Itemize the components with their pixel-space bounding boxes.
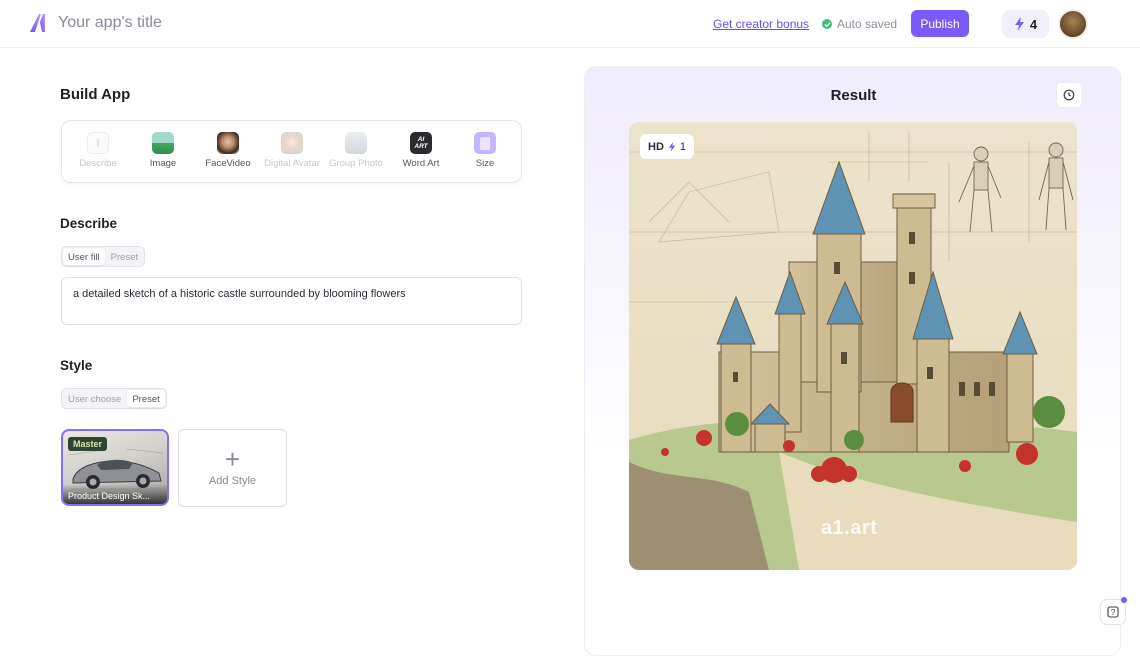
tool-size[interactable]: Size [453, 132, 517, 169]
lightning-icon [668, 141, 676, 152]
text-cursor-icon: I [87, 132, 109, 154]
preset-option[interactable]: Preset [106, 248, 143, 265]
size-icon [474, 132, 496, 154]
notification-dot [1121, 597, 1127, 603]
user-choose-option[interactable]: User choose [63, 390, 126, 407]
history-button[interactable] [1056, 82, 1082, 108]
plus-icon: + [224, 444, 241, 474]
lightning-icon [1014, 17, 1024, 31]
app-logo-icon[interactable] [27, 12, 49, 34]
question-icon: ? [1107, 606, 1119, 618]
autosave-status: Auto saved [822, 17, 897, 31]
preset-option[interactable]: Preset [127, 390, 165, 407]
add-style-label: Add Style [208, 475, 257, 487]
help-button[interactable]: ? [1100, 597, 1127, 625]
add-style-button[interactable]: + Add Style [178, 429, 287, 507]
master-badge: Master [68, 437, 108, 451]
result-image[interactable]: HD 1 a1.art [629, 122, 1077, 570]
style-name: Product Design Sk... [63, 484, 167, 504]
hd-upscale-button[interactable]: HD 1 [640, 134, 695, 159]
creator-bonus-link[interactable]: Get creator bonus [713, 17, 809, 31]
tool-selector: I Describe Image FaceVideo Digital Avata… [61, 120, 522, 183]
tool-group-photo[interactable]: Group Photo [324, 132, 388, 169]
tool-label: Word Art [402, 158, 440, 169]
style-title: Style [60, 358, 93, 373]
result-title: Result [830, 87, 877, 104]
top-bar: Your app's title Get creator bonus Auto … [0, 0, 1140, 48]
describe-mode-toggle: User fill Preset [61, 246, 146, 267]
tool-facevideo[interactable]: FaceVideo [196, 132, 260, 169]
word-art-icon: AI ART [410, 132, 432, 154]
publish-button[interactable]: Publish [911, 10, 969, 37]
credits-badge[interactable]: 4 [1002, 10, 1049, 38]
autosave-label: Auto saved [837, 17, 898, 31]
tool-label: Describe [79, 158, 117, 169]
tool-word-art[interactable]: AI ART Word Art [389, 132, 453, 169]
check-icon [822, 19, 832, 29]
build-app-title: Build App [60, 86, 131, 103]
hd-label: HD [648, 140, 664, 153]
user-fill-option[interactable]: User fill [63, 248, 105, 265]
tool-label: Size [475, 158, 495, 169]
clock-icon [1063, 89, 1075, 101]
tool-describe[interactable]: I Describe [66, 132, 130, 169]
group-photo-icon [345, 132, 367, 154]
credits-count: 4 [1029, 16, 1038, 32]
tool-image[interactable]: Image [131, 132, 195, 169]
svg-text:?: ? [1111, 608, 1116, 617]
style-mode-toggle: User choose Preset [61, 388, 167, 409]
tool-label: Group Photo [329, 158, 383, 169]
tool-label: Image [149, 158, 177, 169]
image-icon [152, 132, 174, 154]
face-video-icon [217, 132, 239, 154]
describe-title: Describe [60, 216, 118, 231]
watermark: a1.art [821, 517, 878, 539]
castle-sketch-image [629, 122, 1077, 570]
user-avatar[interactable] [1058, 9, 1088, 39]
app-title[interactable]: Your app's title [58, 14, 162, 32]
digital-avatar-icon [281, 132, 303, 154]
tool-label: FaceVideo [205, 158, 251, 169]
hd-cost: 1 [679, 140, 687, 153]
tool-label: Digital Avatar [264, 158, 320, 169]
result-panel: Result HD 1 a1.art [584, 66, 1121, 656]
selected-style-card[interactable]: Master Product Design Sk... [61, 429, 169, 506]
tool-digital-avatar[interactable]: Digital Avatar [260, 132, 324, 169]
prompt-input[interactable]: a detailed sketch of a historic castle s… [61, 277, 522, 325]
